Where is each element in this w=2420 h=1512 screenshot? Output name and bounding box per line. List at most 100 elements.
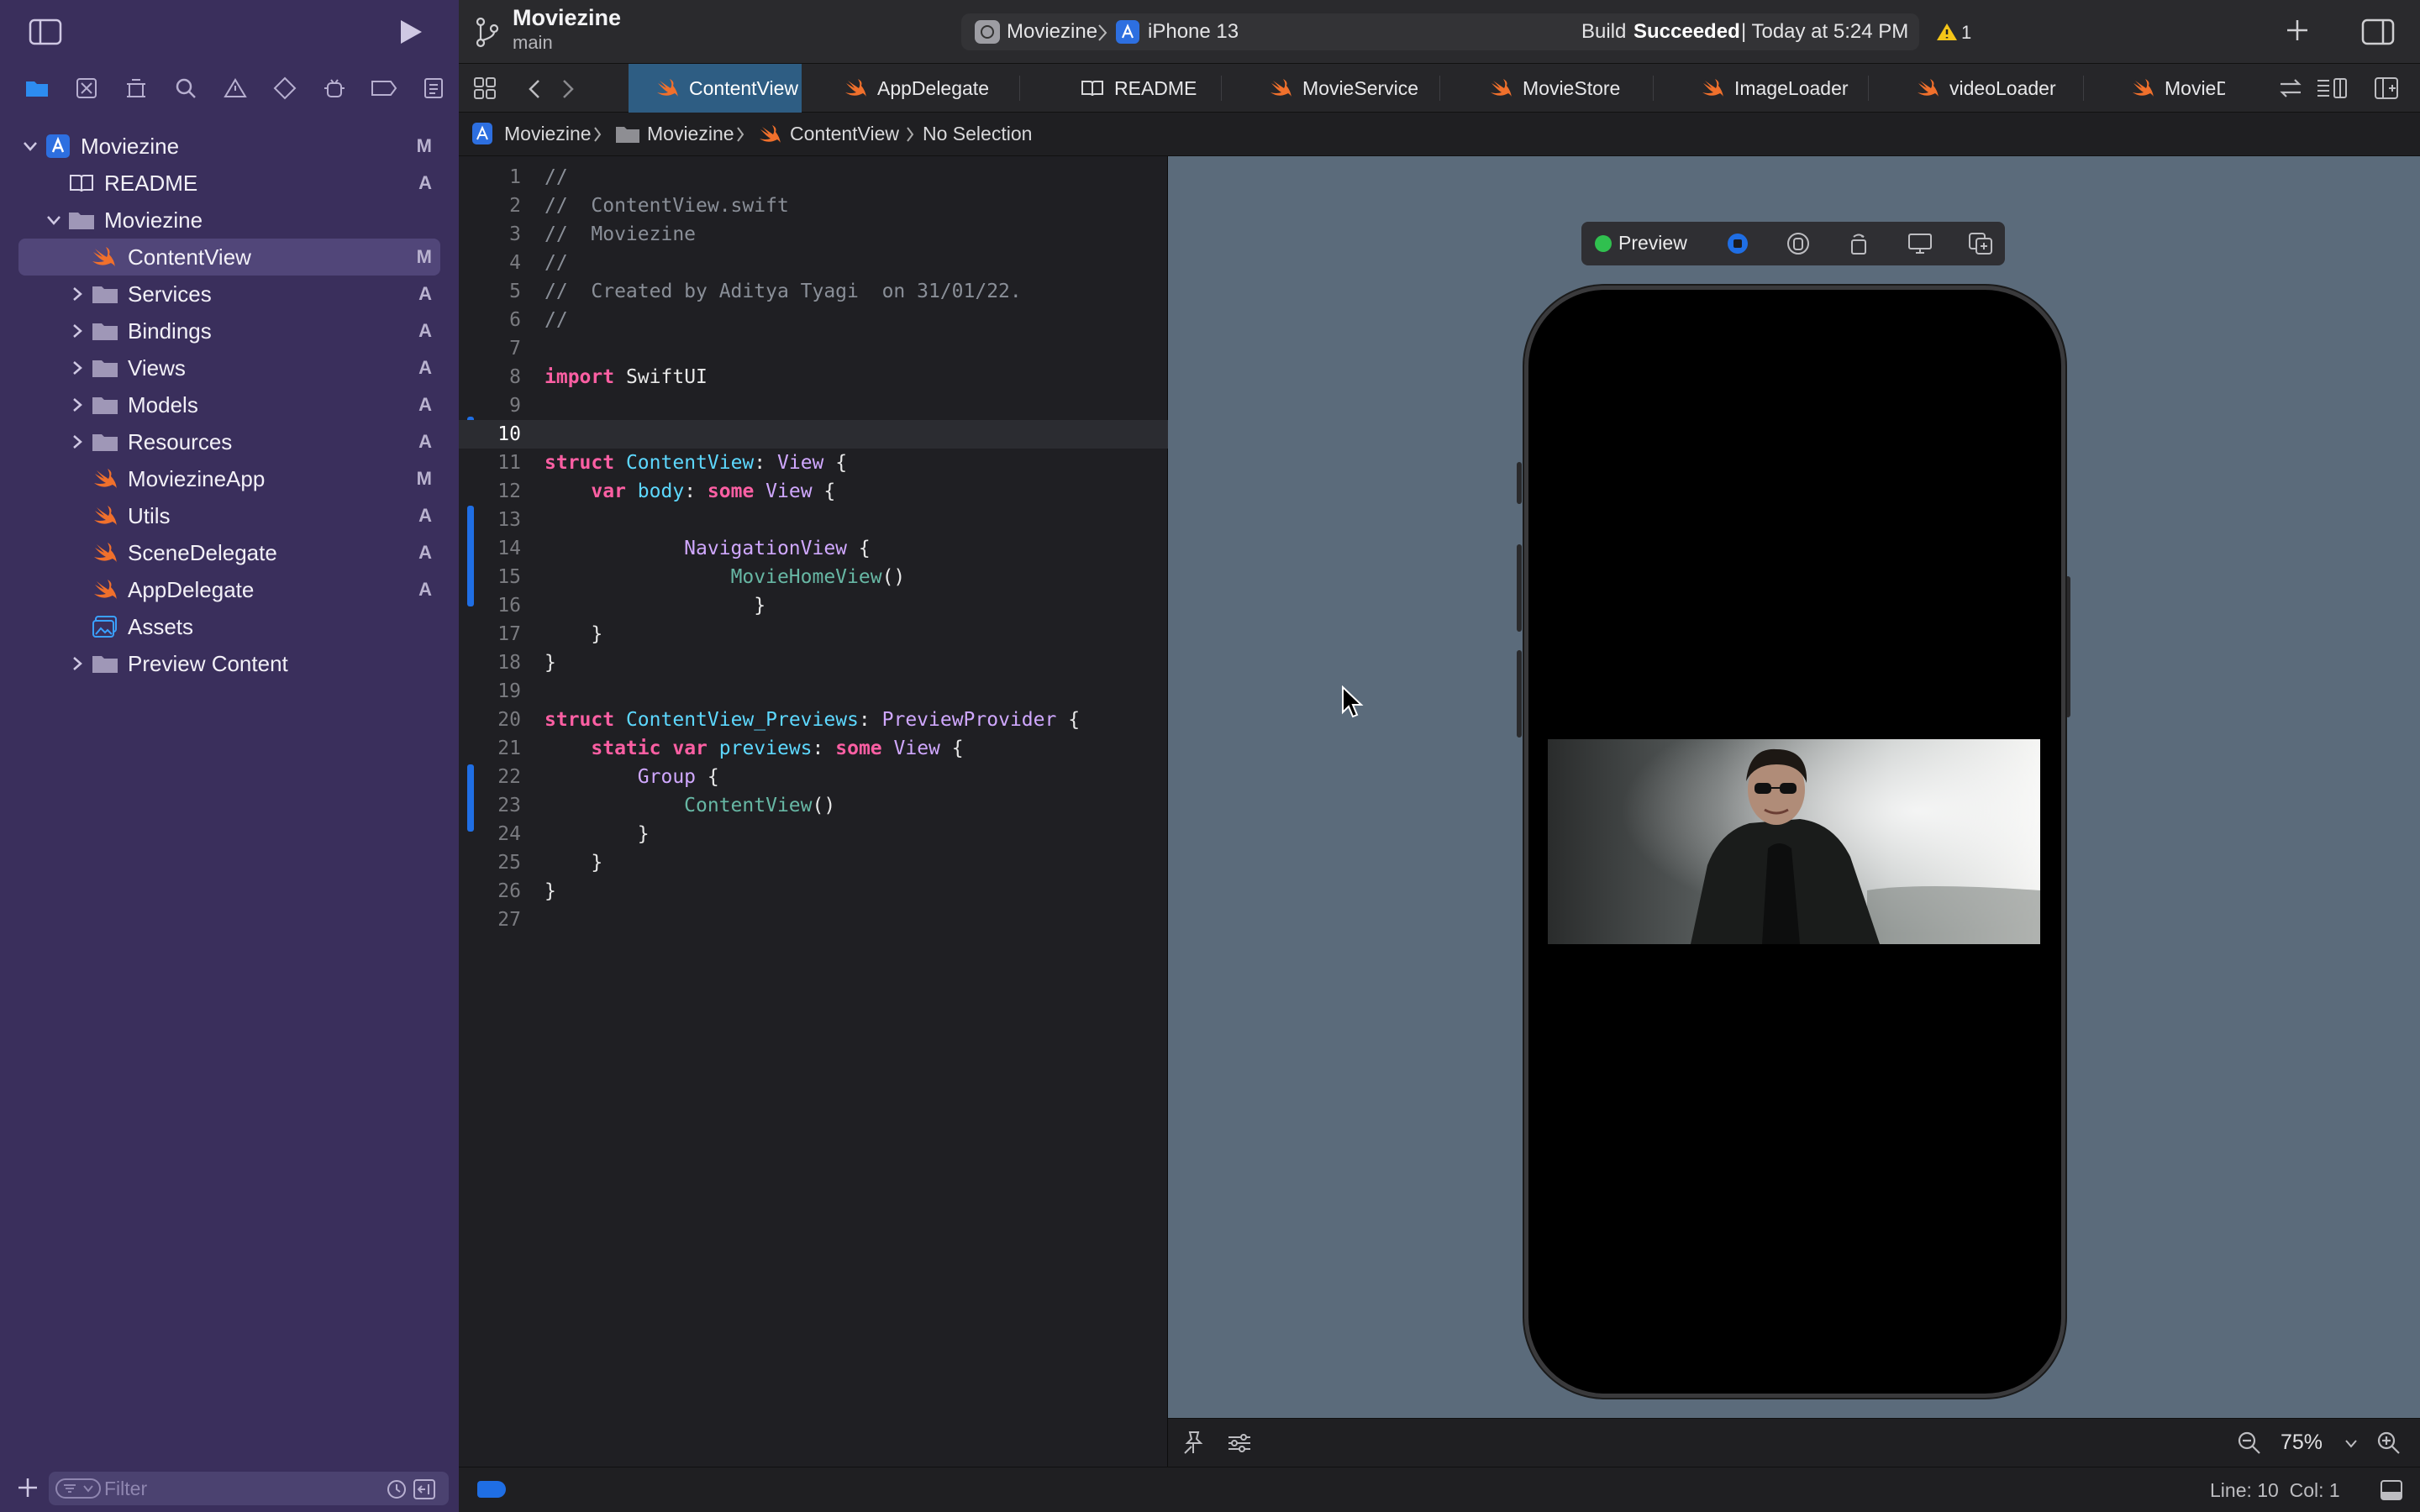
tab-moviestore[interactable]: MovieStore xyxy=(1440,64,1654,113)
branch-name[interactable]: main xyxy=(513,32,553,54)
build-status-result: Succeeded xyxy=(1634,20,1740,43)
warning-icon[interactable] xyxy=(1936,22,1958,42)
sidebar-toggle-icon[interactable] xyxy=(29,18,62,45)
project-title[interactable]: Moviezine xyxy=(513,5,621,31)
tree-item-label: ContentView xyxy=(128,244,251,270)
scheme-selector[interactable]: Moviezine xyxy=(1007,20,1097,44)
chevron-down-icon[interactable] xyxy=(2344,1439,2358,1449)
inspector-toggle-icon[interactable] xyxy=(2361,18,2395,45)
status-badge: M xyxy=(416,246,432,267)
tree-item-preview-content[interactable]: Preview Content xyxy=(0,645,459,682)
breakpoint-navigator-icon[interactable] xyxy=(360,64,409,113)
tab-movieservice[interactable]: MovieService xyxy=(1222,64,1440,113)
tab-moviedetailstate[interactable]: MovieDetailState xyxy=(2084,64,2225,113)
swift-file-icon xyxy=(91,466,119,491)
recent-files-icon[interactable] xyxy=(387,1479,407,1499)
editor-options-icon[interactable] xyxy=(2316,77,2348,99)
tab-contentview[interactable]: ContentView xyxy=(629,64,802,113)
tree-item-models[interactable]: Models A xyxy=(0,386,459,423)
filter-options-icon[interactable] xyxy=(55,1478,101,1499)
forward-icon[interactable] xyxy=(561,79,575,99)
source-control-filter-icon[interactable] xyxy=(413,1479,435,1499)
symbol-navigator-icon[interactable] xyxy=(111,64,160,113)
tree-item-readme[interactable]: README A xyxy=(0,165,459,202)
tree-item-label: Bindings xyxy=(128,318,212,344)
code-line: 19 xyxy=(497,680,521,702)
breakpoints-toggle-icon[interactable] xyxy=(477,1481,506,1498)
related-items-icon[interactable] xyxy=(474,77,496,99)
tab-videoloader[interactable]: videoLoader xyxy=(1869,64,2084,113)
chevron-right-icon[interactable] xyxy=(69,396,86,413)
build-status-prefix: Build xyxy=(1581,20,1627,43)
zoom-out-icon[interactable] xyxy=(2237,1431,2262,1456)
breadcrumb-group[interactable]: Moviezine xyxy=(647,123,734,145)
project-navigator-icon[interactable] xyxy=(12,64,61,113)
add-editor-icon[interactable] xyxy=(2375,77,2398,99)
preview-label[interactable]: Preview xyxy=(1618,232,1687,255)
chevron-right-icon[interactable] xyxy=(69,323,86,339)
device-settings-icon[interactable] xyxy=(1907,232,1933,255)
find-navigator-icon[interactable] xyxy=(160,64,210,113)
warning-count[interactable]: 1 xyxy=(1961,22,1971,44)
issue-navigator-icon[interactable] xyxy=(210,64,260,113)
tree-item-contentview[interactable]: ContentView M xyxy=(18,239,440,276)
swift-file-icon xyxy=(91,503,119,528)
status-badge: M xyxy=(416,468,432,489)
folder-icon xyxy=(91,318,119,344)
chevron-right-icon[interactable] xyxy=(69,655,86,672)
chevron-down-icon[interactable] xyxy=(22,138,39,155)
source-control-navigator-icon[interactable] xyxy=(61,64,111,113)
tab-imageloader[interactable]: ImageLoader xyxy=(1654,64,1869,113)
code-line: 22 Group { xyxy=(497,766,719,788)
chevron-right-icon[interactable] xyxy=(69,286,86,302)
chevron-down-icon[interactable] xyxy=(45,212,62,228)
live-preview-icon[interactable] xyxy=(1726,232,1749,255)
back-icon[interactable] xyxy=(528,79,541,99)
tree-item-moviezine-project[interactable]: Moviezine M xyxy=(0,128,459,165)
device-selector[interactable]: iPhone 13 xyxy=(1148,20,1239,44)
chevron-right-icon[interactable] xyxy=(69,360,86,376)
project-tree: Moviezine M README A Moviezine ContentVi… xyxy=(0,128,459,682)
swift-file-icon xyxy=(91,577,119,602)
tree-item-views[interactable]: Views A xyxy=(0,349,459,386)
zoom-in-icon[interactable] xyxy=(2376,1431,2402,1456)
report-navigator-icon[interactable] xyxy=(409,64,459,113)
selectable-mode-icon[interactable] xyxy=(1786,232,1810,255)
preview-settings-icon[interactable] xyxy=(1227,1432,1252,1454)
tree-item-moviezine-folder[interactable]: Moviezine xyxy=(0,202,459,239)
folder-icon xyxy=(91,281,119,307)
tree-item-assets[interactable]: Assets xyxy=(0,608,459,645)
duplicate-preview-icon[interactable] xyxy=(1968,232,1993,255)
tree-item-services[interactable]: Services A xyxy=(0,276,459,312)
breadcrumb-file[interactable]: ContentView xyxy=(790,123,899,145)
tree-item-moviezineapp[interactable]: MoviezineApp M xyxy=(0,460,459,497)
tree-item-label: Utils xyxy=(128,502,171,528)
folder-icon xyxy=(91,429,119,454)
rotate-device-icon[interactable] xyxy=(1847,232,1870,255)
zoom-level[interactable]: 75% xyxy=(2281,1431,2323,1455)
jump-bar: Moviezine Moviezine ContentView No Selec… xyxy=(459,113,2420,156)
source-editor[interactable]: 1// 2// ContentView.swift 3// Moviezine … xyxy=(459,156,1168,1467)
status-badge: A xyxy=(418,542,432,563)
debug-area-toggle-icon[interactable] xyxy=(2380,1479,2403,1501)
test-navigator-icon[interactable] xyxy=(260,64,310,113)
tab-appdelegate[interactable]: AppDelegate xyxy=(802,64,1020,113)
add-file-button[interactable] xyxy=(17,1477,39,1499)
tree-item-utils[interactable]: Utils A xyxy=(0,497,459,534)
add-icon[interactable] xyxy=(2286,18,2309,42)
tree-item-bindings[interactable]: Bindings A xyxy=(0,312,459,349)
filter-field[interactable]: Filter xyxy=(49,1472,449,1505)
breadcrumb-project[interactable]: Moviezine xyxy=(504,123,592,145)
code-line: 4// xyxy=(509,252,568,274)
tree-item-scenedelegate[interactable]: SceneDelegate A xyxy=(0,534,459,571)
breadcrumb-selection[interactable]: No Selection xyxy=(923,123,1032,145)
debug-navigator-icon[interactable] xyxy=(310,64,360,113)
tab-readme[interactable]: README xyxy=(1020,64,1222,113)
pin-icon[interactable] xyxy=(1181,1431,1205,1456)
tree-item-resources[interactable]: Resources A xyxy=(0,423,459,460)
swap-editors-icon[interactable] xyxy=(2279,77,2302,99)
run-button[interactable] xyxy=(398,18,424,45)
tree-item-appdelegate[interactable]: AppDelegate A xyxy=(0,571,459,608)
chevron-right-icon[interactable] xyxy=(69,433,86,450)
status-badge: A xyxy=(418,431,432,452)
